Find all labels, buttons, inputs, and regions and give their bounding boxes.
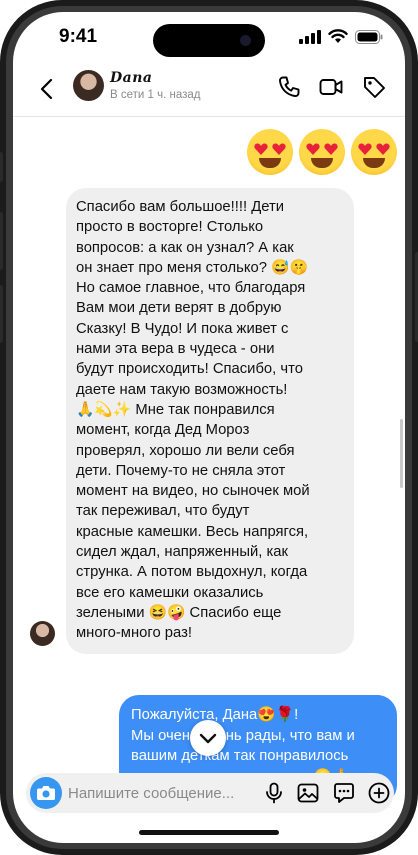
screen: 9:41 Dana В сети 1 ч. назад Спасибо вам … — [13, 12, 405, 843]
status-icons — [299, 29, 383, 44]
sticker-icon[interactable] — [332, 781, 356, 805]
status-bar: 9:41 — [13, 12, 405, 64]
chevron-down-icon — [199, 733, 217, 744]
microphone-icon[interactable] — [262, 781, 286, 805]
heart-eye — [358, 143, 372, 155]
presence-status: В сети 1 ч. назад — [110, 89, 201, 101]
emoji-mouth — [363, 158, 385, 168]
sender-avatar[interactable] — [30, 621, 55, 646]
tag-icon[interactable] — [361, 74, 387, 100]
phone-icon[interactable] — [276, 74, 302, 100]
home-indicator[interactable] — [139, 830, 279, 835]
heart-eyes-emoji — [351, 129, 397, 175]
wifi-icon — [328, 29, 348, 43]
heart-eyes-emoji — [247, 129, 293, 175]
status-time: 9:41 — [59, 26, 98, 47]
side-button — [0, 212, 3, 270]
incoming-message-bubble[interactable]: Спасибо вам большое!!!! Дети просто в во… — [66, 188, 354, 654]
sent-emoji-message[interactable] — [247, 129, 397, 175]
gallery-icon[interactable] — [296, 781, 320, 805]
camera-icon — [37, 786, 55, 800]
emoji-mouth — [259, 158, 281, 168]
signal-icon — [299, 29, 321, 44]
video-camera-icon[interactable] — [318, 74, 344, 100]
battery-icon — [355, 29, 383, 44]
heart-eye — [272, 143, 286, 155]
front-camera — [240, 35, 251, 46]
side-button — [0, 285, 3, 343]
incoming-message-text: Спасибо вам большое!!!! Дети просто в во… — [76, 199, 310, 642]
scrollbar[interactable] — [400, 419, 403, 488]
back-chevron-icon[interactable] — [35, 76, 61, 102]
avatar[interactable] — [73, 70, 104, 101]
heart-eye — [376, 143, 390, 155]
heart-eyes-emoji — [299, 129, 345, 175]
chat-header: Dana В сети 1 ч. назад — [13, 64, 405, 117]
heart-eye — [254, 143, 268, 155]
contact-name[interactable]: Dana — [110, 70, 152, 86]
dynamic-island — [153, 24, 265, 57]
scroll-to-bottom-button[interactable] — [190, 720, 226, 756]
message-input[interactable] — [68, 773, 248, 813]
message-composer — [26, 773, 394, 813]
camera-button[interactable] — [30, 777, 62, 809]
emoji-mouth — [311, 158, 333, 168]
plus-icon[interactable] — [367, 781, 391, 805]
heart-eye — [324, 143, 338, 155]
side-button — [0, 152, 3, 182]
heart-eye — [306, 143, 320, 155]
phone-frame: 9:41 Dana В сети 1 ч. назад Спасибо вам … — [0, 0, 418, 855]
